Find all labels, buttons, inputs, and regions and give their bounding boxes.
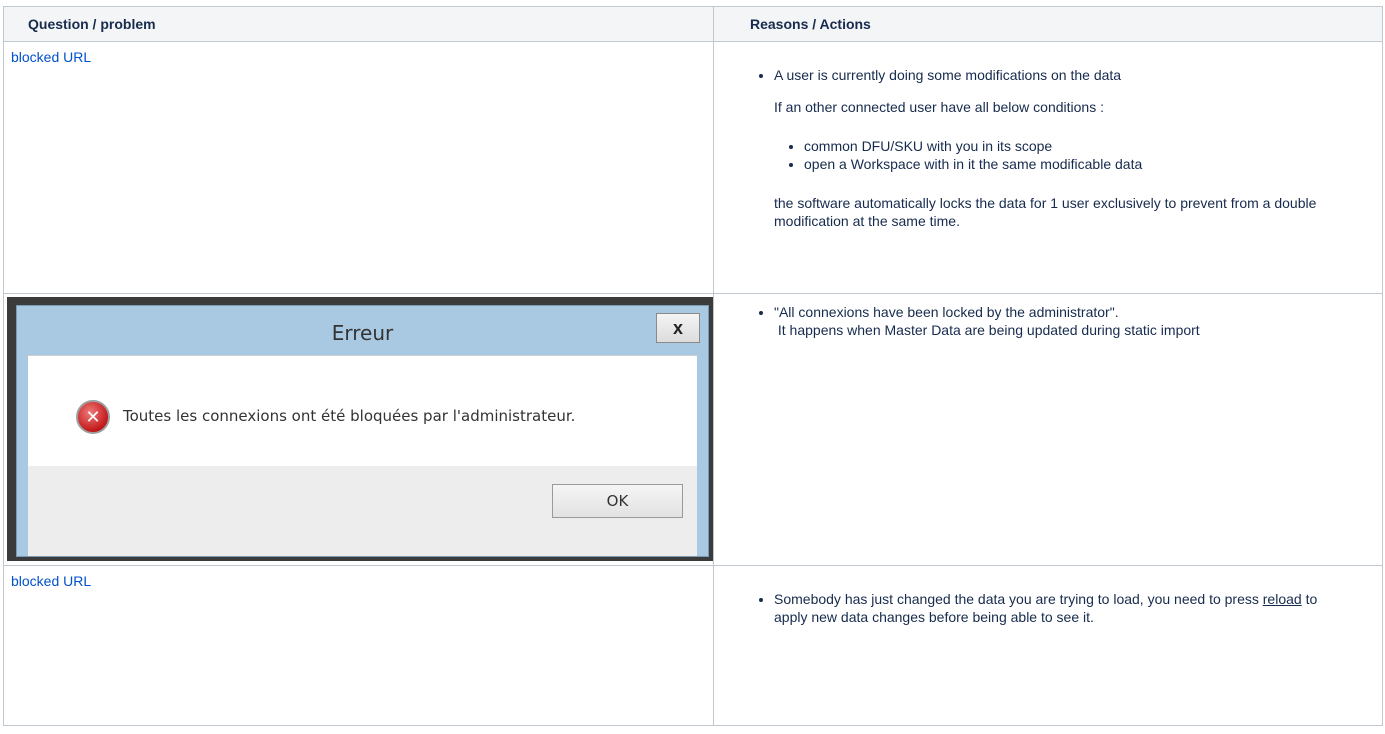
row3-reasons-cell: Somebody has just changed the data you a… bbox=[713, 565, 1383, 726]
row3-bullet: Somebody has just changed the data you a… bbox=[774, 590, 1342, 626]
blocked-url-link[interactable]: blocked URL bbox=[11, 48, 91, 66]
dialog-footer: OK bbox=[28, 466, 697, 556]
table-header-row: Question / problem Reasons / Actions bbox=[3, 6, 1383, 42]
error-dialog: Erreur x ✕ Toutes les connexions ont été… bbox=[16, 305, 709, 557]
condition-item: common DFU/SKU with you in its scope bbox=[804, 137, 1382, 155]
row1-bullets: A user is currently doing some modificat… bbox=[750, 66, 1382, 84]
row3-text-before: Somebody has just changed the data you a… bbox=[774, 591, 1263, 607]
header-reasons: Reasons / Actions bbox=[713, 6, 1383, 42]
table-row: blocked URL Somebody has just changed th… bbox=[3, 565, 1383, 726]
reload-link[interactable]: reload bbox=[1263, 591, 1302, 607]
row3-bullets: Somebody has just changed the data you a… bbox=[750, 590, 1382, 626]
row1-closing: the software automatically locks the dat… bbox=[774, 195, 1317, 229]
row2-bullet: "All connexions have been locked by the … bbox=[774, 303, 1382, 339]
row1-reasons-cell: A user is currently doing some modificat… bbox=[713, 41, 1383, 294]
error-icon: ✕ bbox=[76, 400, 110, 434]
dialog-screenshot: Erreur x ✕ Toutes les connexions ont été… bbox=[7, 297, 713, 561]
ok-button: OK bbox=[552, 484, 683, 518]
blocked-url-link[interactable]: blocked URL bbox=[11, 572, 91, 590]
close-icon: x bbox=[656, 313, 700, 343]
row2-bullets: "All connexions have been locked by the … bbox=[750, 303, 1382, 339]
row2-bullet-line1: "All connexions have been locked by the … bbox=[774, 304, 1119, 320]
row2-question-cell: Erreur x ✕ Toutes les connexions ont été… bbox=[3, 293, 714, 566]
row1-conditions: common DFU/SKU with you in its scope ope… bbox=[774, 137, 1382, 173]
row2-bullet-line2: It happens when Master Data are being up… bbox=[774, 322, 1200, 338]
row1-para: If an other connected user have all belo… bbox=[774, 99, 1104, 115]
header-question: Question / problem bbox=[3, 6, 714, 42]
dialog-title: Erreur bbox=[331, 321, 394, 345]
table-row: blocked URL A user is currently doing so… bbox=[3, 41, 1383, 294]
row3-question-cell: blocked URL bbox=[3, 565, 714, 726]
row2-reasons-cell: "All connexions have been locked by the … bbox=[713, 293, 1383, 566]
dialog-message: Toutes les connexions ont été bloquées p… bbox=[123, 407, 576, 425]
row1-question-cell: blocked URL bbox=[3, 41, 714, 294]
table-row: Erreur x ✕ Toutes les connexions ont été… bbox=[3, 293, 1383, 566]
condition-item: open a Workspace with in it the same mod… bbox=[804, 155, 1382, 173]
dialog-body: ✕ Toutes les connexions ont été bloquées… bbox=[28, 355, 697, 467]
troubleshooting-table: Question / problem Reasons / Actions blo… bbox=[3, 6, 1383, 726]
row1-bullet: A user is currently doing some modificat… bbox=[774, 66, 1382, 84]
